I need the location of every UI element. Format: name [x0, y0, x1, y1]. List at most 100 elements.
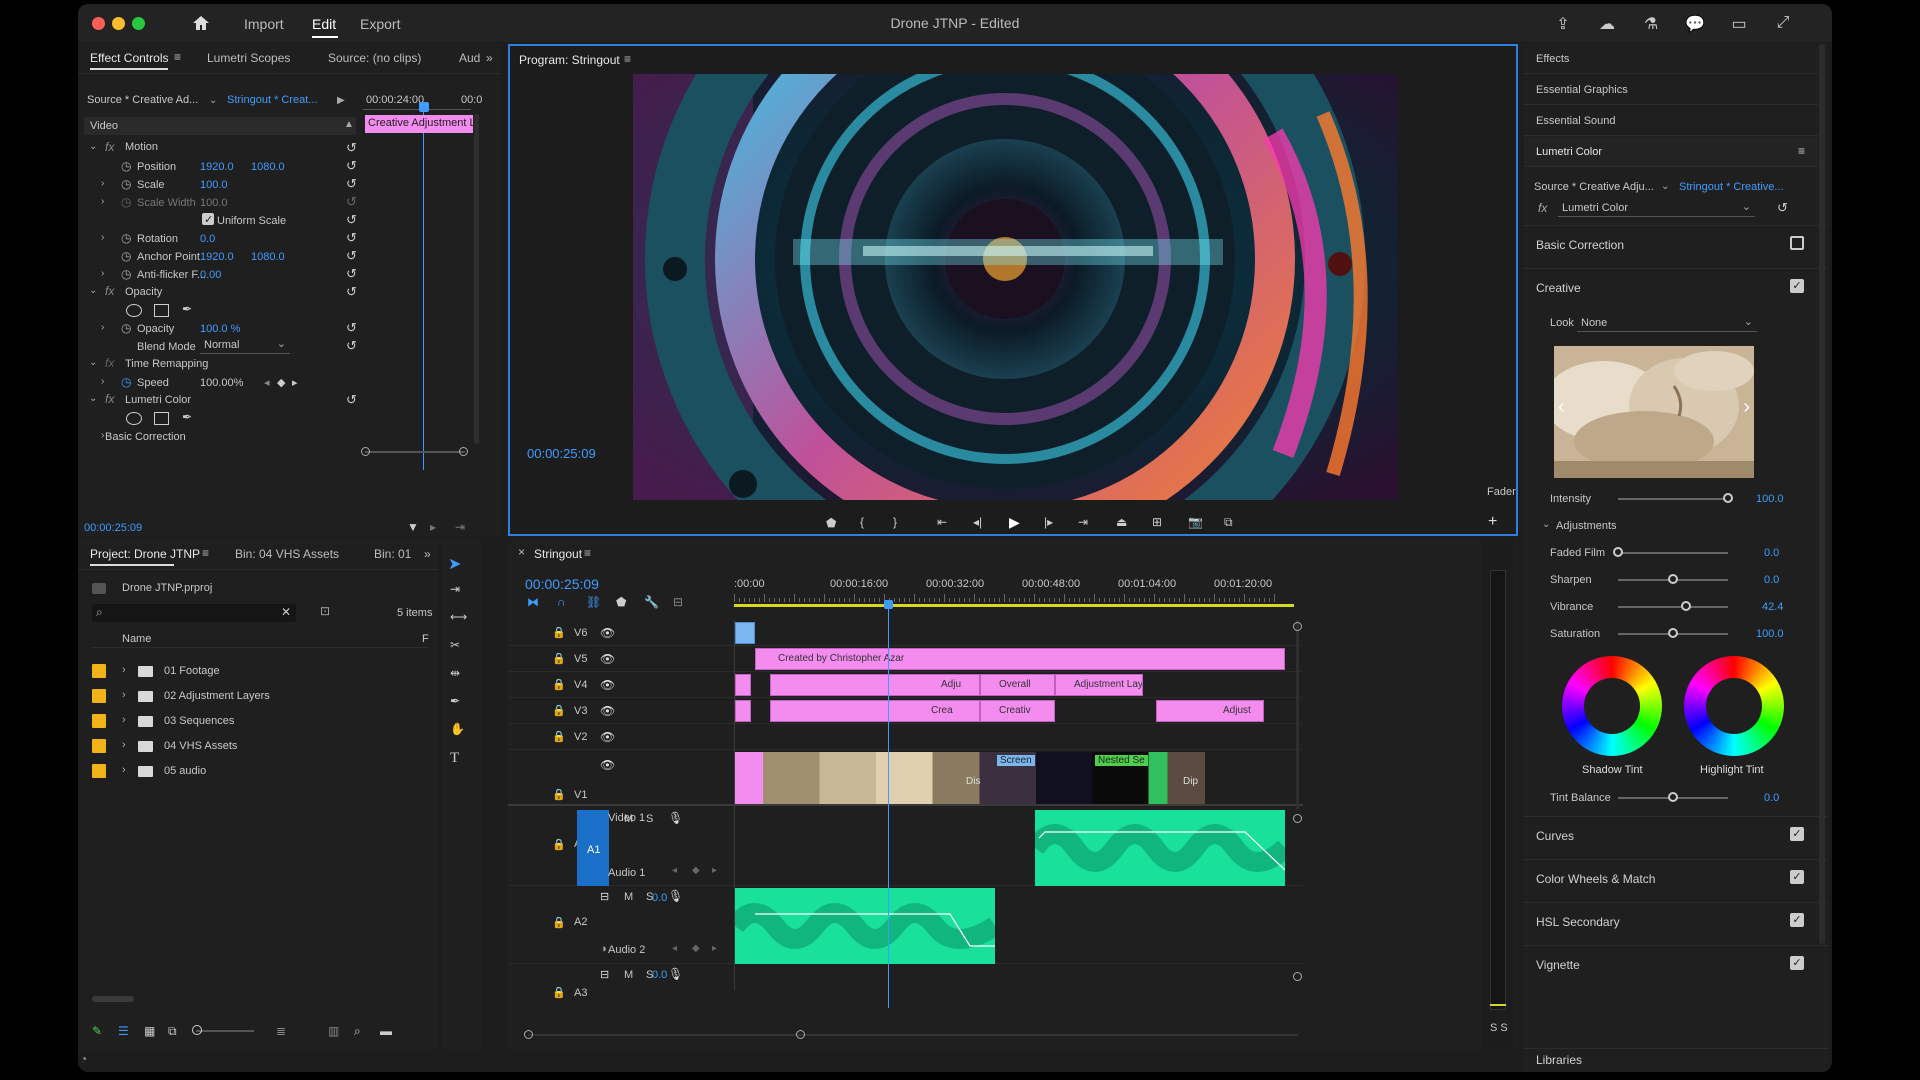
write-lock-icon[interactable]: ✎ [92, 1024, 102, 1038]
v3-clip[interactable] [735, 700, 751, 722]
lock-icon[interactable]: 🔒 [552, 626, 566, 639]
opacity-value[interactable]: 100.0 % [200, 323, 240, 335]
reset-icon[interactable]: ↺ [1777, 200, 1789, 215]
tab-bin-vhs[interactable]: Bin: 04 VHS Assets [235, 547, 339, 561]
horizontal-zoom-scrollbar[interactable] [528, 1034, 1298, 1036]
play-only-icon[interactable]: ▶ [337, 95, 345, 106]
chevron-right-icon[interactable]: › [122, 764, 126, 776]
reset-icon[interactable]: ↺ [346, 320, 358, 335]
column-name-header[interactable]: Name [122, 633, 151, 645]
chevron-right-icon[interactable]: › [101, 178, 104, 189]
fx-icon[interactable]: fx [105, 356, 114, 370]
add-marker-icon[interactable]: ⬟ [616, 595, 626, 609]
chevron-right-icon[interactable]: › [101, 322, 104, 333]
a1-clip[interactable] [1035, 810, 1285, 886]
go-to-in-icon[interactable]: ⇤ [937, 515, 947, 529]
lock-icon[interactable]: 🔒 [552, 916, 566, 929]
comments-icon[interactable]: 💬 [1684, 14, 1706, 33]
chevron-down-icon[interactable]: ⌄ [89, 141, 97, 152]
v5-clip[interactable]: Created by Christopher Azar [755, 648, 1285, 670]
wrench-icon[interactable]: 🔧 [644, 595, 659, 609]
lock-icon[interactable]: 🔒 [552, 704, 566, 717]
speed-value[interactable]: 100.00% [200, 377, 243, 389]
vertical-scrollbar[interactable] [474, 114, 479, 444]
share-icon[interactable]: ⇪ [1552, 14, 1574, 33]
folder-row[interactable]: › 05 audio [92, 762, 428, 784]
add-keyframe-icon[interactable]: ◆ [277, 376, 285, 389]
new-search-bin-icon[interactable]: ⊡ [320, 604, 330, 618]
reset-icon[interactable]: ↺ [346, 176, 358, 191]
zoom-slider[interactable] [196, 1030, 254, 1032]
track-label[interactable]: V5 [574, 653, 587, 665]
timeline-timecode[interactable]: 00:00:25:09 [525, 576, 599, 592]
scroll-handle[interactable] [361, 447, 370, 456]
track-select-tool-icon[interactable]: ⇥ [450, 582, 460, 596]
sharpen-value[interactable]: 0.0 [1764, 574, 1779, 586]
lock-icon[interactable]: 🔒 [552, 788, 566, 801]
next-keyframe-icon[interactable]: ▸ [712, 865, 717, 876]
essential-graphics-tab[interactable]: Essential Graphics [1524, 75, 1818, 105]
label-color-swatch[interactable] [92, 739, 106, 753]
slip-tool-icon[interactable]: ⇹ [450, 666, 460, 680]
v6-clip[interactable] [735, 622, 755, 644]
automate-icon[interactable]: ▥ [328, 1024, 339, 1038]
stopwatch-icon[interactable]: ◷ [121, 321, 131, 335]
step-back-icon[interactable]: ◂| [973, 515, 982, 529]
rectangle-mask-icon[interactable] [154, 304, 169, 317]
label-color-swatch[interactable] [92, 664, 106, 678]
label-color-swatch[interactable] [92, 714, 106, 728]
essential-sound-tab[interactable]: Essential Sound [1524, 106, 1818, 136]
chevron-right-icon[interactable]: › [122, 739, 126, 751]
vibrance-value[interactable]: 42.4 [1762, 601, 1783, 613]
v4-clip[interactable]: Adjustment Lay [1055, 674, 1143, 696]
v4-clip[interactable]: Adju [770, 674, 980, 696]
program-timecode[interactable]: 00:00:25:09 [527, 446, 596, 461]
look-preview-thumbnail[interactable]: ‹ › [1554, 346, 1754, 478]
time-ruler[interactable]: :00:00 00:00:16:00 00:00:32:00 00:00:48:00 0… [734, 574, 1294, 612]
prev-keyframe-icon[interactable]: ◂ [672, 943, 677, 954]
pen-mask-icon[interactable]: ✒ [182, 302, 192, 316]
sync-lock-icon[interactable]: ⊟ [600, 968, 609, 981]
label-color-swatch[interactable] [92, 689, 106, 703]
eye-icon[interactable]: 👁 [600, 758, 615, 772]
label-color-swatch[interactable] [92, 764, 106, 778]
scroll-handle[interactable] [1293, 814, 1302, 823]
track-label[interactable]: A2 [574, 916, 587, 928]
rotation-value[interactable]: 0.0 [200, 233, 215, 245]
folder-row[interactable]: › 01 Footage [92, 662, 428, 684]
libraries-tab[interactable]: Libraries [1524, 1048, 1828, 1072]
scroll-handle[interactable] [524, 1030, 533, 1039]
linked-selection-icon[interactable]: ⛓ [586, 595, 601, 609]
list-view-icon[interactable]: ☰ [118, 1024, 129, 1038]
antiflicker-value[interactable]: 0.00 [200, 269, 221, 281]
chevron-right-icon[interactable]: › [101, 376, 104, 387]
scroll-handle[interactable] [1293, 972, 1302, 981]
panel-menu-icon[interactable]: ≡ [1798, 144, 1805, 158]
folder-row[interactable]: › 03 Sequences [92, 712, 428, 734]
effect-timecode[interactable]: 00:00:25:09 [84, 522, 142, 534]
lock-icon[interactable]: 🔒 [552, 652, 566, 665]
track-label[interactable]: V2 [574, 731, 587, 743]
highlight-tint-wheel[interactable] [1684, 656, 1784, 756]
next-keyframe-icon[interactable]: ▸ [292, 376, 298, 389]
step-forward-icon[interactable]: |▸ [1044, 515, 1053, 529]
tab-source[interactable]: Source: (no clips) [328, 51, 421, 65]
solo-button[interactable]: S [646, 813, 653, 825]
tab-effect-controls[interactable]: Effect Controls [90, 51, 168, 65]
stopwatch-icon[interactable]: ◷ [121, 375, 131, 389]
mini-playhead[interactable] [419, 102, 429, 112]
chevron-down-icon[interactable]: ⌄ [209, 95, 217, 106]
ellipse-mask-icon[interactable] [126, 412, 142, 425]
stopwatch-icon[interactable]: ◷ [121, 249, 131, 263]
scale-value[interactable]: 100.0 [200, 179, 228, 191]
reset-icon[interactable]: ↺ [346, 230, 358, 245]
panel-menu-icon[interactable]: ≡ [624, 52, 631, 66]
mute-button[interactable]: M [624, 969, 633, 981]
faded-film-value[interactable]: 0.0 [1764, 547, 1779, 559]
pen-tool-icon[interactable]: ✒ [450, 694, 460, 708]
zoom-slider-handle[interactable] [192, 1025, 202, 1035]
reset-icon[interactable]: ↺ [346, 392, 358, 407]
vignette-checkbox[interactable]: ✓ [1790, 956, 1804, 970]
next-keyframe-icon[interactable]: ▸ [712, 943, 717, 954]
lock-icon[interactable]: 🔒 [552, 838, 566, 851]
